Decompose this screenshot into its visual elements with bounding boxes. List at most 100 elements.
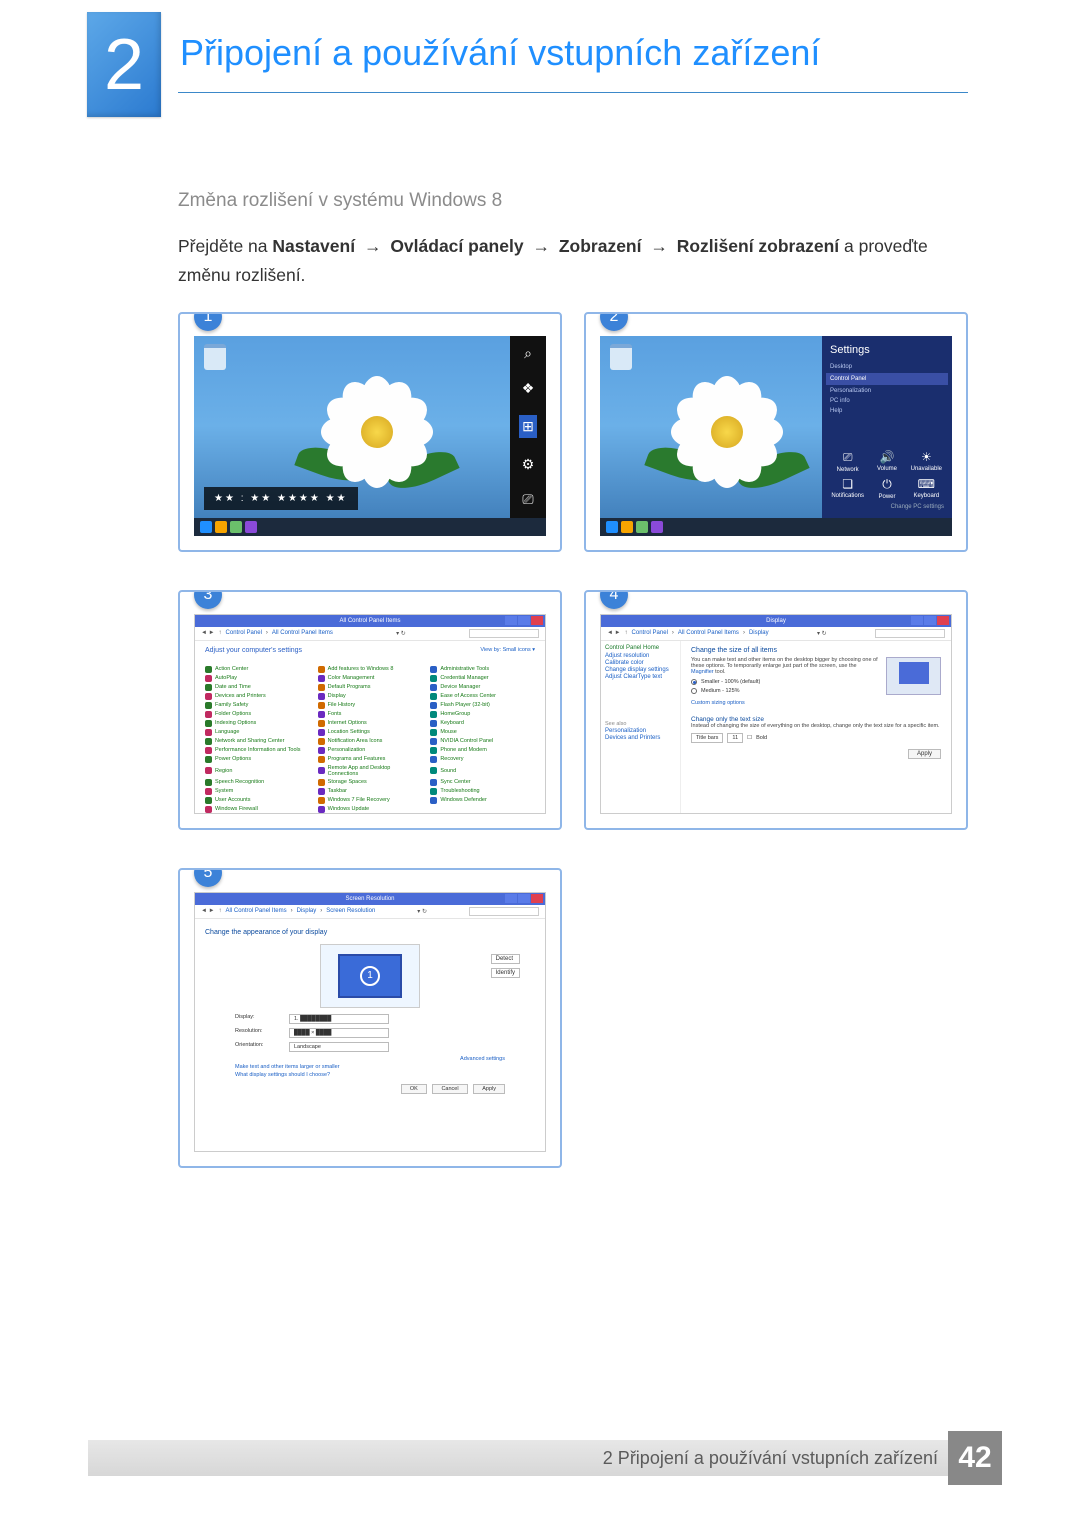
breadcrumb: Screen Resolution (326, 908, 375, 914)
cp-item-label: Region (215, 768, 232, 774)
cp-item-icon (430, 779, 437, 786)
arrow-icon: → (364, 236, 382, 256)
control-panel-item: Device Manager (430, 684, 535, 691)
screenshot-step-2: 2 (584, 312, 968, 552)
cp-item-label: Remote App and Desktop Connections (328, 765, 423, 777)
sidebar-link: Adjust ClearType text (605, 674, 676, 680)
footer: 2 Připojení a používání vstupních zaříze… (88, 1431, 1002, 1485)
display-label: Display: (235, 1014, 285, 1024)
maximize-icon (924, 616, 936, 625)
search-charm-icon: ⌕ (524, 345, 532, 362)
step-badge: 4 (600, 590, 628, 609)
cp-item-label: Programs and Features (328, 756, 386, 762)
devices-charm-icon: ⚙ (522, 456, 535, 473)
control-panel-item: Region (205, 765, 310, 777)
cp-item-label: Troubleshooting (440, 788, 479, 794)
cp-item-icon (205, 684, 212, 691)
window-title: All Control Panel Items (339, 618, 400, 624)
taskbar (194, 518, 546, 536)
settings-panel-title: Settings (830, 344, 944, 356)
chapter-number: 2 (104, 24, 144, 106)
cp-item-icon (205, 675, 212, 682)
settings-charm-icon: ⎚ (522, 491, 533, 508)
address-bar: ◄ ►↑ Control Panel› All Control Panel It… (195, 627, 545, 641)
cp-item-icon (430, 797, 437, 804)
chapter-title: Připojení a používání vstupních zařízení (180, 32, 820, 74)
control-panel-item: Indexing Options (205, 720, 310, 727)
cp-item-label: AutoPlay (215, 675, 237, 681)
cp-item-icon (205, 738, 212, 745)
address-bar: ◄ ►↑ All Control Panel Items› Display› S… (195, 905, 545, 919)
control-panel-item: Notification Area Icons (318, 738, 423, 745)
control-panel-item: Display (318, 693, 423, 700)
keyboard-icon: ⌨ (909, 477, 944, 491)
sidebar-home: Control Panel Home (605, 645, 676, 651)
control-panel-window: All Control Panel Items ◄ ►↑ Control Pan… (194, 614, 546, 814)
bold-checkbox-label: Bold (756, 735, 767, 741)
control-panel-item: Power Options (205, 756, 310, 763)
cp-item-icon (318, 666, 325, 673)
taskbar-app-icon (651, 521, 663, 533)
sidebar: Control Panel Home Adjust resolution Cal… (601, 641, 681, 813)
control-panel-item: File History (318, 702, 423, 709)
control-panel-item: Sync Center (430, 779, 535, 786)
cp-item-label: Device Manager (440, 684, 480, 690)
see-also: See also (605, 721, 676, 727)
clock-overlay: ★★ : ★★ ★★★★ ★★ (204, 487, 358, 510)
path-resolution: Rozlišení zobrazení (677, 236, 839, 256)
cp-item-label: Action Center (215, 666, 248, 672)
footer-chapter-label: 2 Připojení a používání vstupních zaříze… (593, 1440, 948, 1476)
radio-icon (691, 679, 697, 685)
settings-quick-grid: ⎚Network 🔊Volume ☀Unavailable ❏Notificat… (830, 450, 944, 500)
cp-item-label: Windows Firewall (215, 806, 258, 812)
cp-item-icon (318, 711, 325, 718)
control-panel-item: HomeGroup (430, 711, 535, 718)
orientation-combo: Landscape (289, 1042, 389, 1052)
resolution-form: Display: 1. ████████ Resolution: ████ × … (235, 1014, 505, 1052)
text-size-row: Title bars 11 ☐Bold (691, 733, 941, 743)
text-size-desc: Instead of changing the size of everythi… (691, 723, 941, 729)
settings-item: Desktop (830, 362, 944, 372)
screenshot-step-5: 5 Screen Resolution ◄ ►↑ All Control Pan… (178, 868, 562, 1168)
help-link: What display settings should I choose? (235, 1072, 505, 1078)
cp-item-icon (430, 729, 437, 736)
cp-item-label: Devices and Printers (215, 693, 266, 699)
share-charm-icon: ❖ (522, 380, 535, 397)
chapter-number-badge: 2 (87, 12, 161, 117)
cp-item-icon (318, 806, 325, 813)
window-titlebar: All Control Panel Items (195, 615, 545, 627)
cp-item-label: System (215, 788, 233, 794)
ok-button: OK (401, 1084, 427, 1094)
search-input (875, 629, 945, 638)
magnifier-link: Magnifier (691, 669, 714, 675)
cp-item-label: Ease of Access Center (440, 693, 496, 699)
instruction-text: Přejděte na Nastavení → Ovládací panely … (178, 232, 968, 290)
cp-item-icon (205, 711, 212, 718)
taskbar-app-icon (230, 521, 242, 533)
control-panel-item: Keyboard (430, 720, 535, 727)
control-panel-item: Action Center (205, 666, 310, 673)
cp-item-icon (318, 675, 325, 682)
close-icon (937, 616, 949, 625)
cp-item-label: Administrative Tools (440, 666, 489, 672)
brightness-icon: ☀ (909, 450, 944, 464)
appearance-heading: Change the appearance of your display (205, 929, 535, 936)
window-controls (911, 616, 949, 625)
cp-item-label: User Accounts (215, 797, 250, 803)
radio-medium: Medium - 125% (691, 688, 880, 694)
cp-item-icon (318, 693, 325, 700)
recycle-bin-icon (204, 344, 226, 370)
text-size-link: Make text and other items larger or smal… (235, 1064, 505, 1070)
breadcrumb: All Control Panel Items (272, 630, 333, 636)
control-panel-item: Default Programs (318, 684, 423, 691)
cp-item-label: Personalization (328, 747, 366, 753)
cp-item-icon (318, 684, 325, 691)
cp-item-label: HomeGroup (440, 711, 470, 717)
taskbar-app-icon (245, 521, 257, 533)
cp-item-icon (318, 779, 325, 786)
power-icon: ⏻ (869, 477, 904, 492)
cp-item-icon (318, 702, 325, 709)
cp-item-label: Flash Player (32-bit) (440, 702, 490, 708)
control-panel-item: Devices and Printers (205, 693, 310, 700)
detect-button: Detect (491, 954, 520, 964)
